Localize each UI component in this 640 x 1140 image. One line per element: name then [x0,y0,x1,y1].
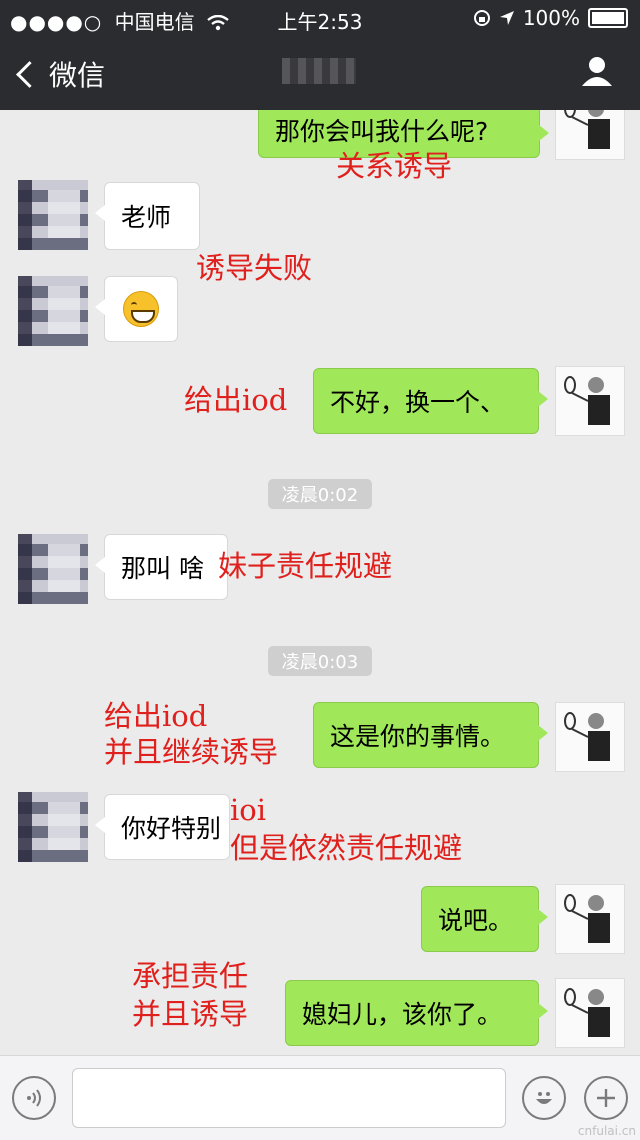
message-text: 不好，换一个、 [330,388,506,417]
nav-bar: 微信 [0,40,640,106]
more-plus-button[interactable] [584,1076,628,1120]
message-bubble[interactable] [95,276,178,342]
message-bubble[interactable]: 不好，换一个、 [313,368,548,434]
chat-area[interactable]: 那你会叫我什么呢? 关系诱导 老师 诱导失败 给出iod 不好，换一个、 凌晨0… [0,110,640,1055]
avatar[interactable] [18,180,88,250]
message-text: 媳妇儿，该你了。 [302,1000,503,1029]
avatar[interactable] [555,110,625,160]
message-text: 老师 [121,203,172,232]
rotation-lock-icon [473,10,490,26]
chat-title-blurred [282,58,356,84]
annotation-text: 并且诱导 [132,997,249,1031]
message-bubble[interactable]: 你好特别 [95,794,230,860]
grinning-face-icon [123,291,159,327]
battery-icon [588,8,628,28]
location-arrow-icon [499,11,514,25]
stick-figure-avatar-icon [564,712,610,761]
emoji-button[interactable] [522,1076,566,1120]
message-text: 你好特别 [121,814,222,843]
person-icon[interactable] [580,54,614,88]
voice-icon [27,1089,41,1107]
voice-input-button[interactable] [12,1076,56,1120]
avatar[interactable] [18,276,88,346]
annotation-text: 并且继续诱导 [104,735,279,769]
top-bar: ●●●●○ 中国电信 上午2:53 100% 微信 [0,0,640,110]
input-bar: cnfulai.cn [0,1055,640,1140]
avatar[interactable] [555,978,625,1048]
message-bubble[interactable]: 说吧。 [421,886,548,952]
message-text: 说吧。 [438,906,514,935]
back-button[interactable]: 微信 [14,54,105,94]
stick-figure-avatar-icon [564,894,610,943]
battery-percent: 100% [522,6,580,30]
stick-figure-avatar-icon [564,988,610,1037]
timestamp: 凌晨0:02 [268,479,372,509]
avatar[interactable] [555,884,625,954]
stick-figure-avatar-icon [564,110,610,149]
annotation-text: 妹子责任规避 [218,549,393,583]
avatar[interactable] [555,702,625,772]
message-input[interactable] [72,1068,506,1128]
message-bubble[interactable]: 老师 [95,182,200,250]
status-bar: ●●●●○ 中国电信 上午2:53 100% [0,0,640,36]
annotation-text: 承担责任 [132,959,249,993]
message-text: 那叫 啥 [121,554,204,583]
watermark: cnfulai.cn [577,1124,636,1138]
annotation-text: 给出iod [184,383,288,417]
annotation-text: 给出iod [104,699,208,733]
annotation-text: ioi [230,793,267,827]
plus-icon [597,1089,615,1107]
smiley-icon [536,1092,552,1104]
message-bubble[interactable]: 那叫 啥 [95,534,228,600]
message-text: 那你会叫我什么呢? [275,117,489,146]
avatar[interactable] [555,366,625,436]
annotation-text: 诱导失败 [196,251,313,285]
chevron-left-icon [16,60,43,88]
stick-figure-avatar-icon [564,376,610,425]
message-bubble[interactable]: 媳妇儿，该你了。 [285,980,548,1046]
avatar[interactable] [18,534,88,604]
avatar[interactable] [18,792,88,862]
status-right: 100% [473,6,628,30]
back-label: 微信 [49,59,106,92]
message-text: 这是你的事情。 [330,722,506,751]
annotation-text: 关系诱导 [336,149,453,183]
timestamp: 凌晨0:03 [268,646,372,676]
message-bubble[interactable]: 这是你的事情。 [313,702,548,768]
annotation-text: 但是依然责任规避 [230,831,463,865]
